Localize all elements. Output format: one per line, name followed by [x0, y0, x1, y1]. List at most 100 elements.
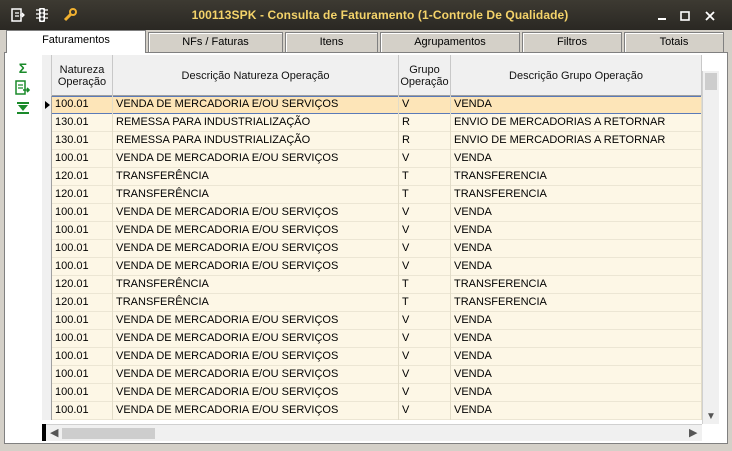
- table-row[interactable]: 100.01 VENDA DE MERCADORIA E/OU SERVIÇOS V…: [42, 348, 702, 366]
- table-cell: REMESSA PARA INDUSTRIALIZAÇÃO: [113, 132, 399, 150]
- expand-icon[interactable]: [12, 98, 34, 118]
- table-row[interactable]: 130.01 REMESSA PARA INDUSTRIALIZAÇÃO R ENVI…: [42, 114, 702, 132]
- table-row[interactable]: 100.01 VENDA DE MERCADORIA E/OU SERVIÇOS V…: [42, 222, 702, 240]
- table-cell: V: [399, 150, 451, 168]
- scroll-right-icon[interactable]: ▶: [689, 426, 697, 439]
- row-indicator[interactable]: [42, 204, 52, 222]
- table-row[interactable]: 120.01 TRANSFERÊNCIA T TRANSFERENCIA: [42, 294, 702, 312]
- row-indicator[interactable]: [42, 258, 52, 276]
- menu-icon[interactable]: [8, 6, 28, 24]
- maximize-button[interactable]: [675, 8, 695, 24]
- table-cell: V: [399, 240, 451, 258]
- row-indicator[interactable]: [42, 150, 52, 168]
- table-cell: TRANSFERENCIA: [451, 276, 702, 294]
- table-row[interactable]: 120.01 TRANSFERÊNCIA T TRANSFERENCIA: [42, 276, 702, 294]
- header-natureza-operacao[interactable]: Natureza Operação: [52, 55, 113, 96]
- table-cell: TRANSFERÊNCIA: [113, 294, 399, 312]
- row-indicator[interactable]: [42, 168, 52, 186]
- row-indicator[interactable]: [42, 186, 52, 204]
- table-cell: VENDA DE MERCADORIA E/OU SERVIÇOS: [113, 312, 399, 330]
- export-icon[interactable]: [12, 78, 34, 98]
- table-row[interactable]: 100.01 VENDA DE MERCADORIA E/OU SERVIÇOS V…: [42, 366, 702, 384]
- table-cell: TRANSFERÊNCIA: [113, 276, 399, 294]
- tab-faturamentos[interactable]: Faturamentos: [6, 30, 146, 53]
- tab-itens[interactable]: Itens: [285, 32, 378, 52]
- sum-icon[interactable]: Σ: [12, 58, 34, 78]
- table-row[interactable]: 120.01 TRANSFERÊNCIA T TRANSFERENCIA: [42, 168, 702, 186]
- horizontal-scroll-thumb[interactable]: [62, 428, 155, 439]
- table-cell: VENDA: [451, 222, 702, 240]
- side-toolbar: Σ: [12, 58, 34, 118]
- tab-totais[interactable]: Totais: [624, 32, 724, 52]
- table-cell: VENDA DE MERCADORIA E/OU SERVIÇOS: [113, 402, 399, 420]
- row-indicator[interactable]: [42, 96, 52, 114]
- table-cell: 120.01: [52, 294, 113, 312]
- scroll-left-icon[interactable]: ◀: [50, 426, 58, 439]
- tab-nfs-faturas[interactable]: NFs / Faturas: [148, 32, 283, 52]
- table-cell: VENDA: [451, 402, 702, 420]
- table-cell: 100.01: [52, 330, 113, 348]
- row-indicator[interactable]: [42, 384, 52, 402]
- title-bar: 100113SPK - Consulta de Faturamento (1-C…: [0, 0, 732, 30]
- table-cell: ENVIO DE MERCADORIAS A RETORNAR: [451, 114, 702, 132]
- table-cell: VENDA: [451, 366, 702, 384]
- table-cell: R: [399, 132, 451, 150]
- traffic-light-icon[interactable]: [32, 6, 52, 24]
- table-row[interactable]: 100.01 VENDA DE MERCADORIA E/OU SERVIÇOS V…: [42, 402, 702, 420]
- table-row[interactable]: 100.01 VENDA DE MERCADORIA E/OU SERVIÇOS V…: [42, 204, 702, 222]
- row-indicator[interactable]: [42, 294, 52, 312]
- table-cell: VENDA: [451, 150, 702, 168]
- row-indicator[interactable]: [42, 132, 52, 150]
- row-indicator[interactable]: [42, 222, 52, 240]
- wrench-icon[interactable]: [60, 6, 80, 24]
- table-cell: TRANSFERENCIA: [451, 186, 702, 204]
- row-indicator[interactable]: [42, 348, 52, 366]
- row-indicator[interactable]: [42, 114, 52, 132]
- table-row[interactable]: 100.01 VENDA DE MERCADORIA E/OU SERVIÇOS V…: [42, 150, 702, 168]
- horizontal-scrollbar[interactable]: ◀ ▶: [46, 424, 702, 441]
- tab-bar: Faturamentos NFs / Faturas Itens Agrupam…: [4, 30, 726, 53]
- minimize-button[interactable]: [652, 8, 672, 24]
- table-cell: T: [399, 294, 451, 312]
- vertical-scrollbar[interactable]: ▼: [702, 71, 719, 424]
- table-cell: 100.01: [52, 222, 113, 240]
- table-cell: 100.01: [52, 312, 113, 330]
- row-indicator[interactable]: [42, 366, 52, 384]
- table-row[interactable]: 120.01 TRANSFERÊNCIA T TRANSFERENCIA: [42, 186, 702, 204]
- table-cell: VENDA DE MERCADORIA E/OU SERVIÇOS: [113, 348, 399, 366]
- table-cell: VENDA DE MERCADORIA E/OU SERVIÇOS: [113, 366, 399, 384]
- header-descricao-natureza[interactable]: Descrição Natureza Operação: [113, 55, 399, 96]
- row-indicator[interactable]: [42, 276, 52, 294]
- header-grupo-operacao[interactable]: Grupo Operação: [399, 55, 451, 96]
- table-cell: 100.01: [52, 204, 113, 222]
- table-cell: 130.01: [52, 114, 113, 132]
- table-cell: 120.01: [52, 168, 113, 186]
- table-cell: REMESSA PARA INDUSTRIALIZAÇÃO: [113, 114, 399, 132]
- table-row[interactable]: 100.01 VENDA DE MERCADORIA E/OU SERVIÇOS V…: [42, 384, 702, 402]
- vertical-scroll-thumb[interactable]: [705, 73, 717, 90]
- table-cell: 100.01: [52, 348, 113, 366]
- table-row[interactable]: 100.01 VENDA DE MERCADORIA E/OU SERVIÇOS V…: [42, 96, 702, 114]
- row-indicator[interactable]: [42, 330, 52, 348]
- data-grid[interactable]: Natureza Operação Descrição Natureza Ope…: [42, 55, 719, 424]
- close-button[interactable]: [700, 8, 720, 24]
- row-indicator-header: [42, 55, 52, 96]
- tab-filtros[interactable]: Filtros: [522, 32, 622, 52]
- scroll-down-icon[interactable]: ▼: [706, 411, 716, 422]
- tab-agrupamentos[interactable]: Agrupamentos: [380, 32, 520, 52]
- table-row[interactable]: 100.01 VENDA DE MERCADORIA E/OU SERVIÇOS V…: [42, 312, 702, 330]
- table-cell: 100.01: [52, 402, 113, 420]
- table-row[interactable]: 100.01 VENDA DE MERCADORIA E/OU SERVIÇOS V…: [42, 240, 702, 258]
- table-row[interactable]: 100.01 VENDA DE MERCADORIA E/OU SERVIÇOS V…: [42, 330, 702, 348]
- table-cell: 130.01: [52, 132, 113, 150]
- row-indicator[interactable]: [42, 402, 52, 420]
- table-cell: ENVIO DE MERCADORIAS A RETORNAR: [451, 132, 702, 150]
- row-indicator[interactable]: [42, 240, 52, 258]
- row-indicator[interactable]: [42, 312, 52, 330]
- table-cell: 100.01: [52, 150, 113, 168]
- table-cell: R: [399, 114, 451, 132]
- header-descricao-grupo[interactable]: Descrição Grupo Operação: [451, 55, 702, 96]
- table-cell: 100.01: [52, 96, 113, 114]
- table-row[interactable]: 100.01 VENDA DE MERCADORIA E/OU SERVIÇOS V…: [42, 258, 702, 276]
- table-row[interactable]: 130.01 REMESSA PARA INDUSTRIALIZAÇÃO R ENVI…: [42, 132, 702, 150]
